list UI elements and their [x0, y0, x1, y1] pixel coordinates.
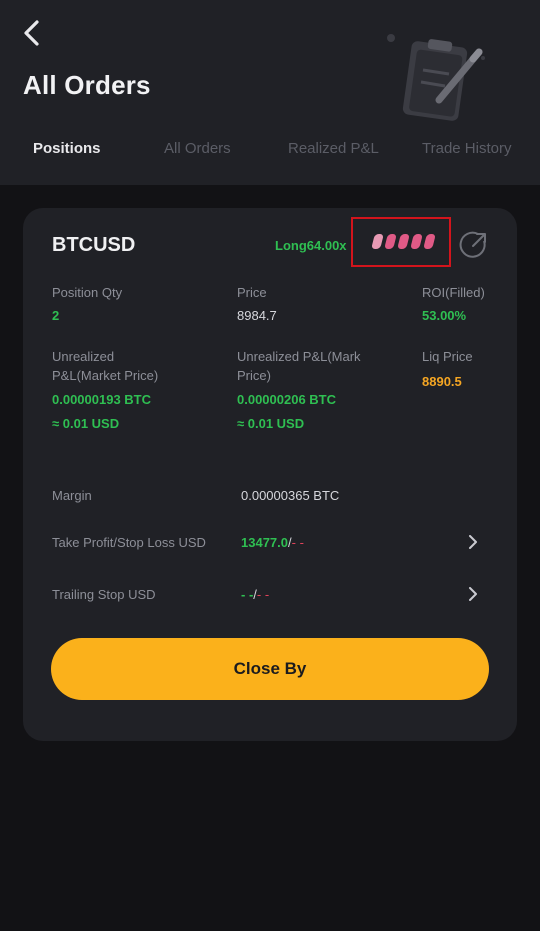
leverage-bars	[371, 234, 436, 249]
unrealized-mark-value: 0.00000206 BTC	[237, 392, 337, 407]
back-button[interactable]	[18, 18, 48, 48]
leverage-bar	[397, 234, 410, 249]
leverage-bar	[423, 234, 436, 249]
unrealized-mark-label-line2: Price)	[237, 368, 271, 383]
liq-price-value: 8890.5	[422, 374, 462, 389]
tab-all-orders[interactable]: All Orders	[164, 140, 231, 157]
tab-realized-pnl[interactable]: Realized P&L	[288, 140, 379, 157]
trailing-stop-chevron[interactable]	[466, 587, 480, 601]
leverage-bar	[371, 234, 384, 249]
trailing-stop-label: Trailing Stop USD	[52, 587, 156, 602]
trailing-stop-value[interactable]: - -/- -	[241, 587, 269, 602]
side-leverage-label: Long64.00x	[275, 238, 347, 253]
tp-sl-value[interactable]: 13477.0/- -	[241, 535, 304, 550]
tp-sl-label: Take Profit/Stop Loss USD	[52, 535, 206, 550]
tab-bar: Positions All Orders Realized P&L Trade …	[0, 140, 540, 170]
tp-sl-chevron[interactable]	[466, 535, 480, 549]
chevron-right-icon	[469, 587, 477, 601]
roi-value: 53.00%	[422, 308, 467, 323]
leverage-bar	[384, 234, 397, 249]
back-arrow-icon	[24, 20, 39, 46]
trailing-stop-left: - -	[241, 587, 254, 602]
share-button[interactable]	[458, 229, 490, 261]
tab-positions[interactable]: Positions	[33, 140, 101, 157]
margin-label: Margin	[52, 488, 92, 503]
price-label: Price	[237, 285, 267, 300]
chevron-right-icon	[469, 535, 477, 549]
close-by-button[interactable]: Close By	[51, 638, 489, 700]
leverage-indicator-highlight	[351, 217, 451, 267]
clipboard-pen-illustration	[387, 34, 485, 121]
tp-value: 13477.0	[241, 535, 288, 550]
roi-label: ROI(Filled)	[422, 285, 485, 300]
margin-value: 0.00000365 BTC	[241, 488, 340, 503]
unrealized-market-label-line1: Unrealized	[52, 349, 115, 364]
liq-price-label: Liq Price	[422, 349, 473, 364]
sl-value: - -	[291, 535, 304, 550]
share-icon	[459, 231, 486, 258]
tab-trade-history[interactable]: Trade History	[422, 140, 511, 157]
unrealized-market-label-line2: P&L(Market Price)	[52, 368, 159, 383]
price-value: 8984.7	[237, 308, 277, 323]
unrealized-mark-usd: ≈ 0.01 USD	[237, 416, 305, 431]
position-symbol: BTCUSD	[52, 234, 136, 256]
header: All Orders Positions All Orders Realized…	[0, 0, 540, 185]
unrealized-mark-label-line1: Unrealized P&L(Mark	[237, 349, 361, 364]
trailing-stop-right: - -	[256, 587, 270, 602]
position-card: BTCUSD Long64.00x Position Qty 2 Price 8…	[23, 208, 517, 741]
unrealized-market-usd: ≈ 0.01 USD	[52, 416, 120, 431]
leverage-bar	[410, 234, 423, 249]
unrealized-market-value: 0.00000193 BTC	[52, 392, 152, 407]
position-qty-value: 2	[52, 308, 60, 323]
page-title: All Orders	[23, 70, 151, 100]
position-qty-label: Position Qty	[52, 285, 123, 300]
